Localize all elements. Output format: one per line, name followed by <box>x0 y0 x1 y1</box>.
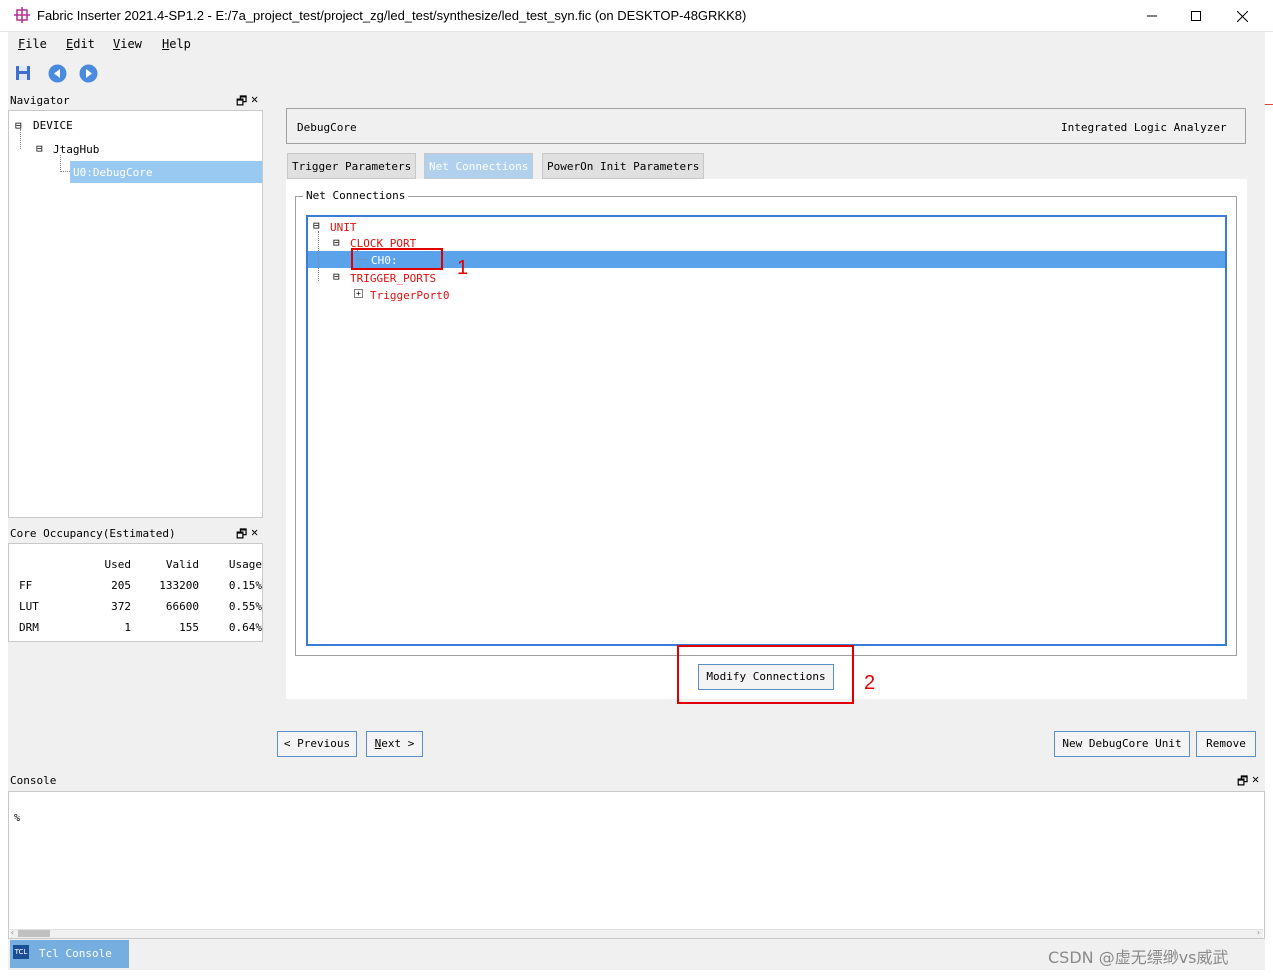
header-cell: Usage <box>228 558 262 571</box>
menu-bar <box>8 32 1265 57</box>
next-button[interactable]: Next > <box>366 731 423 757</box>
cell: LUT <box>19 600 39 613</box>
left-edge <box>0 32 8 976</box>
table-row: DRM 1 155 0.64% <box>19 617 262 638</box>
app-icon <box>14 7 30 23</box>
tree-item-triggerport0[interactable]: TriggerPort0 <box>370 289 449 302</box>
restore-icon[interactable]: 🗗 <box>1237 772 1248 793</box>
tab-net-connections[interactable]: Net Connections <box>424 153 534 179</box>
annotation-number: 1 <box>457 257 469 279</box>
menu-view[interactable]: View <box>113 37 142 51</box>
tree-item-unit[interactable]: UNIT <box>330 221 357 234</box>
collapse-icon[interactable]: ⊟ <box>36 142 43 155</box>
scroll-left-icon[interactable]: ‹ <box>10 928 15 937</box>
cell: 155 <box>179 621 199 634</box>
scroll-right-icon[interactable]: › <box>1256 928 1261 937</box>
cell: 1 <box>124 621 131 634</box>
console-title: Console <box>10 774 57 787</box>
cell: 66600 <box>165 600 199 613</box>
minimize-button[interactable] <box>1129 0 1175 32</box>
cell: 372 <box>111 600 131 613</box>
collapse-icon[interactable]: ⊟ <box>333 270 340 283</box>
menu-file[interactable]: File <box>18 37 47 51</box>
edge-line <box>1265 104 1273 105</box>
tree-item-trigger-ports[interactable]: TRIGGER_PORTS <box>350 272 436 285</box>
right-edge <box>1265 32 1273 976</box>
tab-poweron-init-parameters[interactable]: PowerOn Init Parameters <box>542 153 705 179</box>
watermark: CSDN @虚无缥缈vs威武 <box>1048 948 1229 967</box>
tab-trigger-parameters[interactable]: Trigger Parameters <box>287 153 417 179</box>
annotation-box <box>351 248 443 270</box>
horizontal-scrollbar[interactable] <box>10 929 1263 938</box>
maximize-button[interactable] <box>1173 0 1219 32</box>
console-prompt: % <box>14 813 21 824</box>
new-debugcore-unit-button[interactable]: New DebugCore Unit <box>1054 731 1190 757</box>
header-cell: Valid <box>165 558 199 571</box>
tree-selection <box>308 251 1225 268</box>
cell: 0.55% <box>228 600 262 613</box>
collapse-icon[interactable]: ⊟ <box>333 236 340 249</box>
core-label: DebugCore <box>297 121 357 134</box>
save-icon[interactable] <box>15 65 31 81</box>
occupancy-title: Core Occupancy(Estimated) <box>10 527 176 540</box>
navigator-title: Navigator <box>10 94 70 107</box>
close-icon[interactable]: ✕ <box>251 92 258 106</box>
table-row: LUT 372 66600 0.55% <box>19 596 262 617</box>
occupancy-table: Used Valid Usage FF 205 133200 0.15% LUT… <box>19 554 262 638</box>
menu-help[interactable]: Help <box>162 37 191 51</box>
remove-button[interactable]: Remove <box>1196 731 1256 757</box>
console-header <box>8 772 1265 790</box>
cell: DRM <box>19 621 39 634</box>
cell: FF <box>19 579 33 592</box>
close-icon[interactable]: ✕ <box>1252 772 1259 786</box>
previous-button[interactable]: < Previous <box>277 731 357 757</box>
connections-tree[interactable] <box>306 215 1227 646</box>
expand-icon[interactable]: + <box>354 289 363 298</box>
tcl-console-label: Tcl Console <box>39 947 112 960</box>
cell: 205 <box>111 579 131 592</box>
tree-item-debugcore[interactable]: U0:DebugCore <box>73 166 152 179</box>
tree-line <box>60 155 70 172</box>
back-icon[interactable] <box>48 64 67 83</box>
close-icon[interactable]: ✕ <box>251 525 258 539</box>
console-output[interactable] <box>8 791 1265 939</box>
menu-edit[interactable]: Edit <box>66 37 95 51</box>
cell: 133200 <box>159 579 199 592</box>
occupancy-panel: Used Valid Usage FF 205 133200 0.15% LUT… <box>8 543 263 642</box>
tcl-icon: TCL <box>13 945 29 959</box>
scrollbar-thumb[interactable] <box>18 930 50 937</box>
window-title: Fabric Inserter 2021.4-SP1.2 - E:/7a_pro… <box>37 8 747 23</box>
header-cell <box>19 554 81 575</box>
cell: 0.64% <box>228 621 262 634</box>
core-type: Integrated Logic Analyzer <box>1061 121 1227 134</box>
close-button[interactable] <box>1219 0 1265 32</box>
tree-item-device[interactable]: DEVICE <box>33 119 73 132</box>
cell: 0.15% <box>228 579 262 592</box>
tree-line <box>318 231 319 281</box>
annotation-box <box>677 645 854 704</box>
toolbar <box>8 57 1265 90</box>
forward-icon[interactable] <box>79 64 98 83</box>
annotation-number: 2 <box>864 672 876 694</box>
tree-line <box>20 129 21 149</box>
table-row: FF 205 133200 0.15% <box>19 575 262 596</box>
table-header-row: Used Valid Usage <box>19 554 263 575</box>
header-cell: Used <box>104 558 132 571</box>
group-label: Net Connections <box>303 189 409 202</box>
